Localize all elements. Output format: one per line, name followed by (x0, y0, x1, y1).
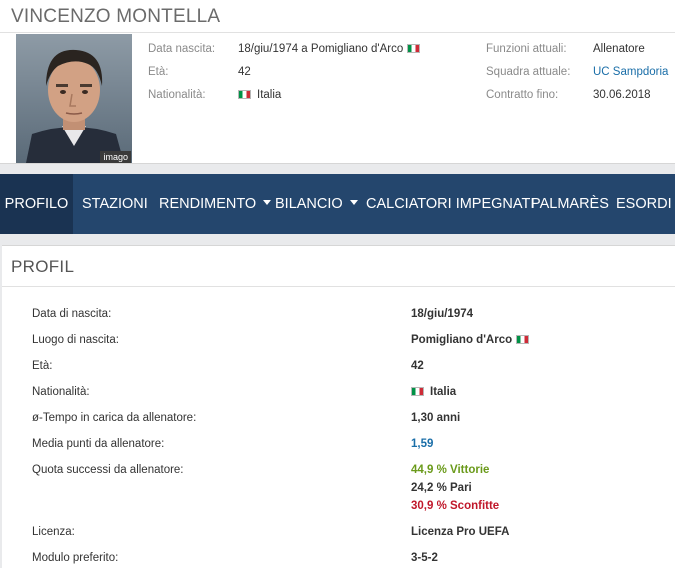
profile-row-value: 18/giu/1974 (411, 308, 474, 320)
club-label: Squadra attuale: (486, 66, 571, 78)
birth-value: 18/giu/1974 a Pomigliano d'Arco (238, 43, 404, 55)
italy-flag-icon (411, 387, 424, 396)
losses-value: 30,9 % Sconfitte (411, 500, 500, 512)
profile-row-label: Quota successi da allenatore: (32, 464, 184, 476)
profile-row-label: Licenza: (32, 526, 75, 538)
profile-row-value: 3-5-2 (411, 552, 438, 564)
profile-row-value-wrap: Italia (411, 386, 456, 398)
nav-item-calciatori-impegnati[interactable]: Calciatori impegnati (366, 174, 534, 234)
role-row: Funzioni attuali: (486, 43, 567, 55)
contract-value-row: 30.06.2018 (593, 89, 651, 101)
nav-item-bilancio[interactable]: Bilancio (275, 174, 358, 234)
nav-label: Profilo (4, 196, 69, 212)
nationality-label: Nationalità: (148, 89, 206, 101)
profile-row-value: Italia (430, 386, 457, 398)
profile-row-value: 42 (411, 360, 424, 372)
chevron-down-icon (263, 200, 272, 205)
nav-label: Palmarès (531, 196, 609, 212)
age-label: Età: (148, 66, 169, 78)
contract-value: 30.06.2018 (593, 89, 651, 101)
profile-section: PROFIL Data di nascita: 18/giu/1974 Luog… (2, 245, 675, 568)
profile-row-label: Media punti da allenatore: (32, 438, 165, 450)
nationality-row: Nationalità: (148, 89, 206, 101)
draws-value: 24,2 % Pari (411, 482, 472, 494)
nationality-value-row: Italia (238, 89, 281, 101)
birth-info-row: Data nascita: (148, 43, 215, 55)
coach-photo: imago (16, 34, 132, 163)
nav-item-stazioni[interactable]: Stazioni (82, 174, 148, 234)
age-row: Età: (148, 66, 168, 78)
wins-value: 44,9 % Vittorie (411, 464, 490, 476)
profile-row-label: Età: (32, 360, 53, 372)
nav-item-rendimento[interactable]: Rendimento (159, 174, 272, 234)
club-value-row: UC Sampdoria (593, 66, 668, 78)
profile-row-label: Data di nascita: (32, 308, 112, 320)
contract-label: Contratto fino: (486, 89, 559, 101)
profile-row-label: Nationalità: (32, 386, 90, 398)
contract-row: Contratto fino: (486, 89, 558, 101)
age-value: 42 (238, 66, 251, 78)
nav-item-palmares[interactable]: Palmarès (531, 174, 609, 234)
points-average-value: 1,59 (411, 438, 434, 450)
role-label: Funzioni attuali: (486, 43, 567, 55)
role-value: Allenatore (593, 43, 645, 55)
coach-name: VINCENZO MONTELLA (11, 6, 221, 27)
profile-nav-bar: Profilo Stazioni Rendimento Bilancio Cal… (0, 174, 675, 234)
profile-row-value: Licenza Pro UEFA (411, 526, 510, 538)
nav-item-esordi[interactable]: Esordi (616, 174, 672, 234)
age-value-row: 42 (238, 66, 251, 78)
nav-label: Calciatori impegnati (366, 196, 535, 212)
profile-row-label: Luogo di nascita: (32, 334, 119, 346)
profile-row-label: ø-Tempo in carica da allenatore: (32, 412, 197, 424)
profile-row-value: Pomigliano d'Arco (411, 334, 513, 346)
italy-flag-icon (516, 335, 530, 344)
photo-credit: imago (100, 151, 131, 163)
coach-header: VINCENZO MONTELLA imago Data nascita: 18… (0, 0, 675, 164)
club-row: Squadra attuale: (486, 66, 570, 78)
header-divider (0, 32, 675, 33)
italy-flag-icon (407, 44, 421, 53)
nav-label: Stazioni (82, 196, 148, 212)
nav-item-profilo[interactable]: Profilo (0, 174, 73, 234)
profile-row-label: Modulo preferito: (32, 552, 119, 564)
nationality-value: Italia (257, 89, 282, 101)
nav-label: Esordi (616, 196, 672, 212)
profile-row-value-wrap: Pomigliano d'Arco (411, 334, 533, 346)
section-divider (2, 286, 675, 287)
section-title: PROFIL (11, 257, 75, 276)
profile-row-value: 1,30 anni (411, 412, 461, 424)
italy-flag-icon (238, 90, 251, 99)
role-value-row: Allenatore (593, 43, 645, 55)
nav-label: Bilancio (275, 196, 343, 212)
chevron-down-icon (349, 200, 358, 205)
nav-label: Rendimento (159, 196, 257, 212)
birth-value-row: 18/giu/1974 a Pomigliano d'Arco (238, 43, 424, 55)
club-link[interactable]: UC Sampdoria (593, 66, 668, 78)
birth-label: Data nascita: (148, 43, 216, 55)
